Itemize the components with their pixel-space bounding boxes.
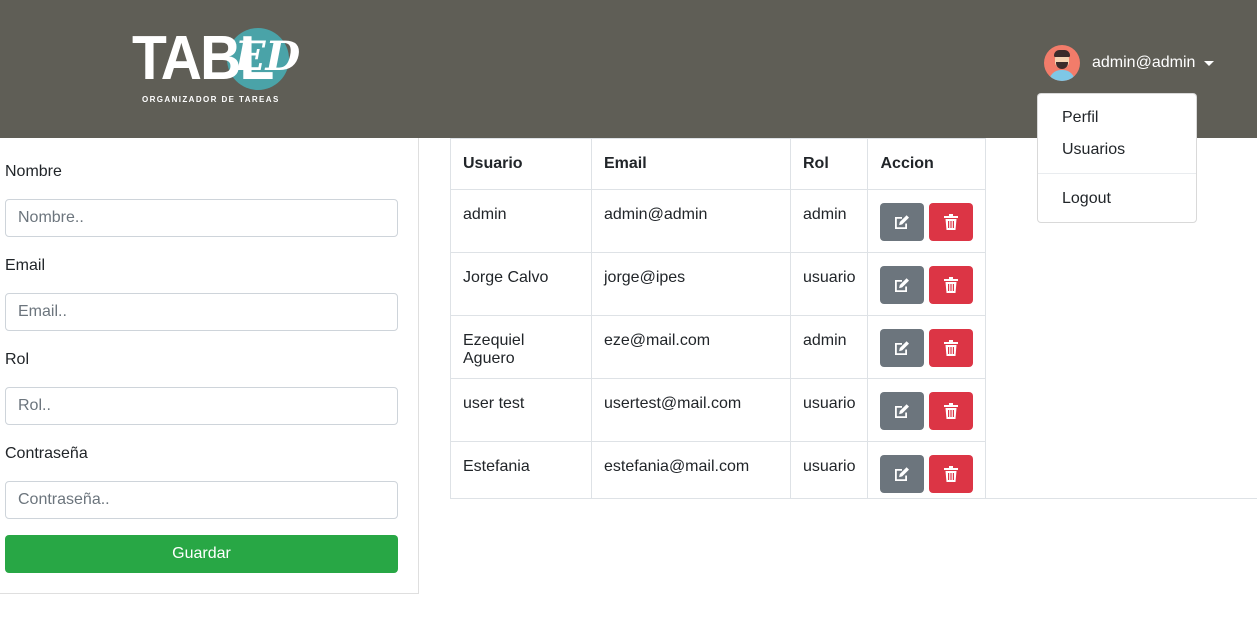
cell-email: jorge@ipes bbox=[591, 252, 791, 316]
cell-usuario: admin bbox=[450, 189, 592, 253]
edit-button[interactable] bbox=[880, 203, 925, 241]
brand-logo[interactable]: TABL ED ORGANIZADOR DE TAREAS bbox=[132, 27, 300, 107]
cell-rol: admin bbox=[789, 315, 869, 379]
edit-button[interactable] bbox=[880, 455, 925, 493]
rol-label: Rol bbox=[5, 351, 30, 368]
cell-accion bbox=[867, 252, 987, 316]
delete-button[interactable] bbox=[929, 392, 974, 430]
menu-item-perfil[interactable]: Perfil bbox=[1062, 109, 1098, 127]
user-name: admin@admin bbox=[1092, 54, 1196, 71]
user-dropdown-menu: Perfil Usuarios Logout bbox=[1037, 93, 1197, 223]
avatar bbox=[1044, 45, 1080, 81]
logo-tagline: ORGANIZADOR DE TAREAS bbox=[142, 95, 280, 104]
cell-accion bbox=[867, 441, 987, 499]
cell-rol: usuario bbox=[789, 441, 869, 499]
header-rol: Rol bbox=[789, 138, 869, 190]
table-row: admin admin@admin admin bbox=[450, 189, 987, 253]
delete-button[interactable] bbox=[929, 266, 974, 304]
trash-icon bbox=[944, 340, 959, 356]
cell-usuario: Jorge Calvo bbox=[450, 252, 592, 316]
logo-accent: ED bbox=[235, 33, 301, 80]
nombre-input[interactable] bbox=[5, 199, 398, 237]
user-menu-toggle[interactable]: admin@admin bbox=[1044, 45, 1215, 81]
guardar-button[interactable]: Guardar bbox=[5, 535, 398, 573]
delete-button[interactable] bbox=[929, 455, 974, 493]
trash-icon bbox=[944, 277, 959, 293]
cell-rol: usuario bbox=[789, 378, 869, 442]
delete-button[interactable] bbox=[929, 203, 974, 241]
trash-icon bbox=[944, 403, 959, 419]
delete-button[interactable] bbox=[929, 329, 974, 367]
cell-usuario: Ezequiel Aguero bbox=[450, 315, 592, 379]
cell-email: usertest@mail.com bbox=[591, 378, 791, 442]
contrasena-input[interactable] bbox=[5, 481, 398, 519]
edit-button[interactable] bbox=[880, 329, 925, 367]
menu-divider bbox=[1038, 173, 1196, 174]
table-row: Estefania estefania@mail.com usuario bbox=[450, 441, 987, 499]
edit-icon bbox=[895, 278, 910, 292]
email-input[interactable] bbox=[5, 293, 398, 331]
cell-accion bbox=[867, 378, 987, 442]
cell-rol: usuario bbox=[789, 252, 869, 316]
cell-email: admin@admin bbox=[591, 189, 791, 253]
edit-button[interactable] bbox=[880, 266, 925, 304]
header-usuario: Usuario bbox=[450, 138, 592, 190]
cell-usuario: Estefania bbox=[450, 441, 592, 499]
table-row: user test usertest@mail.com usuario bbox=[450, 378, 987, 442]
user-form: Nombre Email Rol Contraseña Guardar bbox=[0, 138, 419, 594]
table-row: Ezequiel Aguero eze@mail.com admin bbox=[450, 315, 987, 379]
edit-button[interactable] bbox=[880, 392, 925, 430]
table-header-row: Usuario Email Rol Accion bbox=[450, 138, 987, 190]
nombre-label: Nombre bbox=[5, 163, 62, 180]
header-email: Email bbox=[591, 138, 791, 190]
rol-input[interactable] bbox=[5, 387, 398, 425]
cell-rol: admin bbox=[789, 189, 869, 253]
email-label: Email bbox=[5, 257, 46, 274]
users-table: Usuario Email Rol Accion admin admin@adm… bbox=[450, 138, 987, 499]
contrasena-label: Contraseña bbox=[5, 445, 88, 462]
table-row: Jorge Calvo jorge@ipes usuario bbox=[450, 252, 987, 316]
cell-usuario: user test bbox=[450, 378, 592, 442]
cell-email: eze@mail.com bbox=[591, 315, 791, 379]
edit-icon bbox=[895, 467, 910, 481]
cell-accion bbox=[867, 189, 987, 253]
edit-icon bbox=[895, 404, 910, 418]
menu-item-usuarios[interactable]: Usuarios bbox=[1062, 141, 1125, 159]
header-accion: Accion bbox=[867, 138, 987, 190]
cell-accion bbox=[867, 315, 987, 379]
edit-icon bbox=[895, 341, 910, 355]
edit-icon bbox=[895, 215, 910, 229]
cell-email: estefania@mail.com bbox=[591, 441, 791, 499]
menu-item-logout[interactable]: Logout bbox=[1062, 190, 1111, 208]
trash-icon bbox=[944, 466, 959, 482]
caret-down-icon bbox=[1204, 60, 1215, 66]
trash-icon bbox=[944, 214, 959, 230]
